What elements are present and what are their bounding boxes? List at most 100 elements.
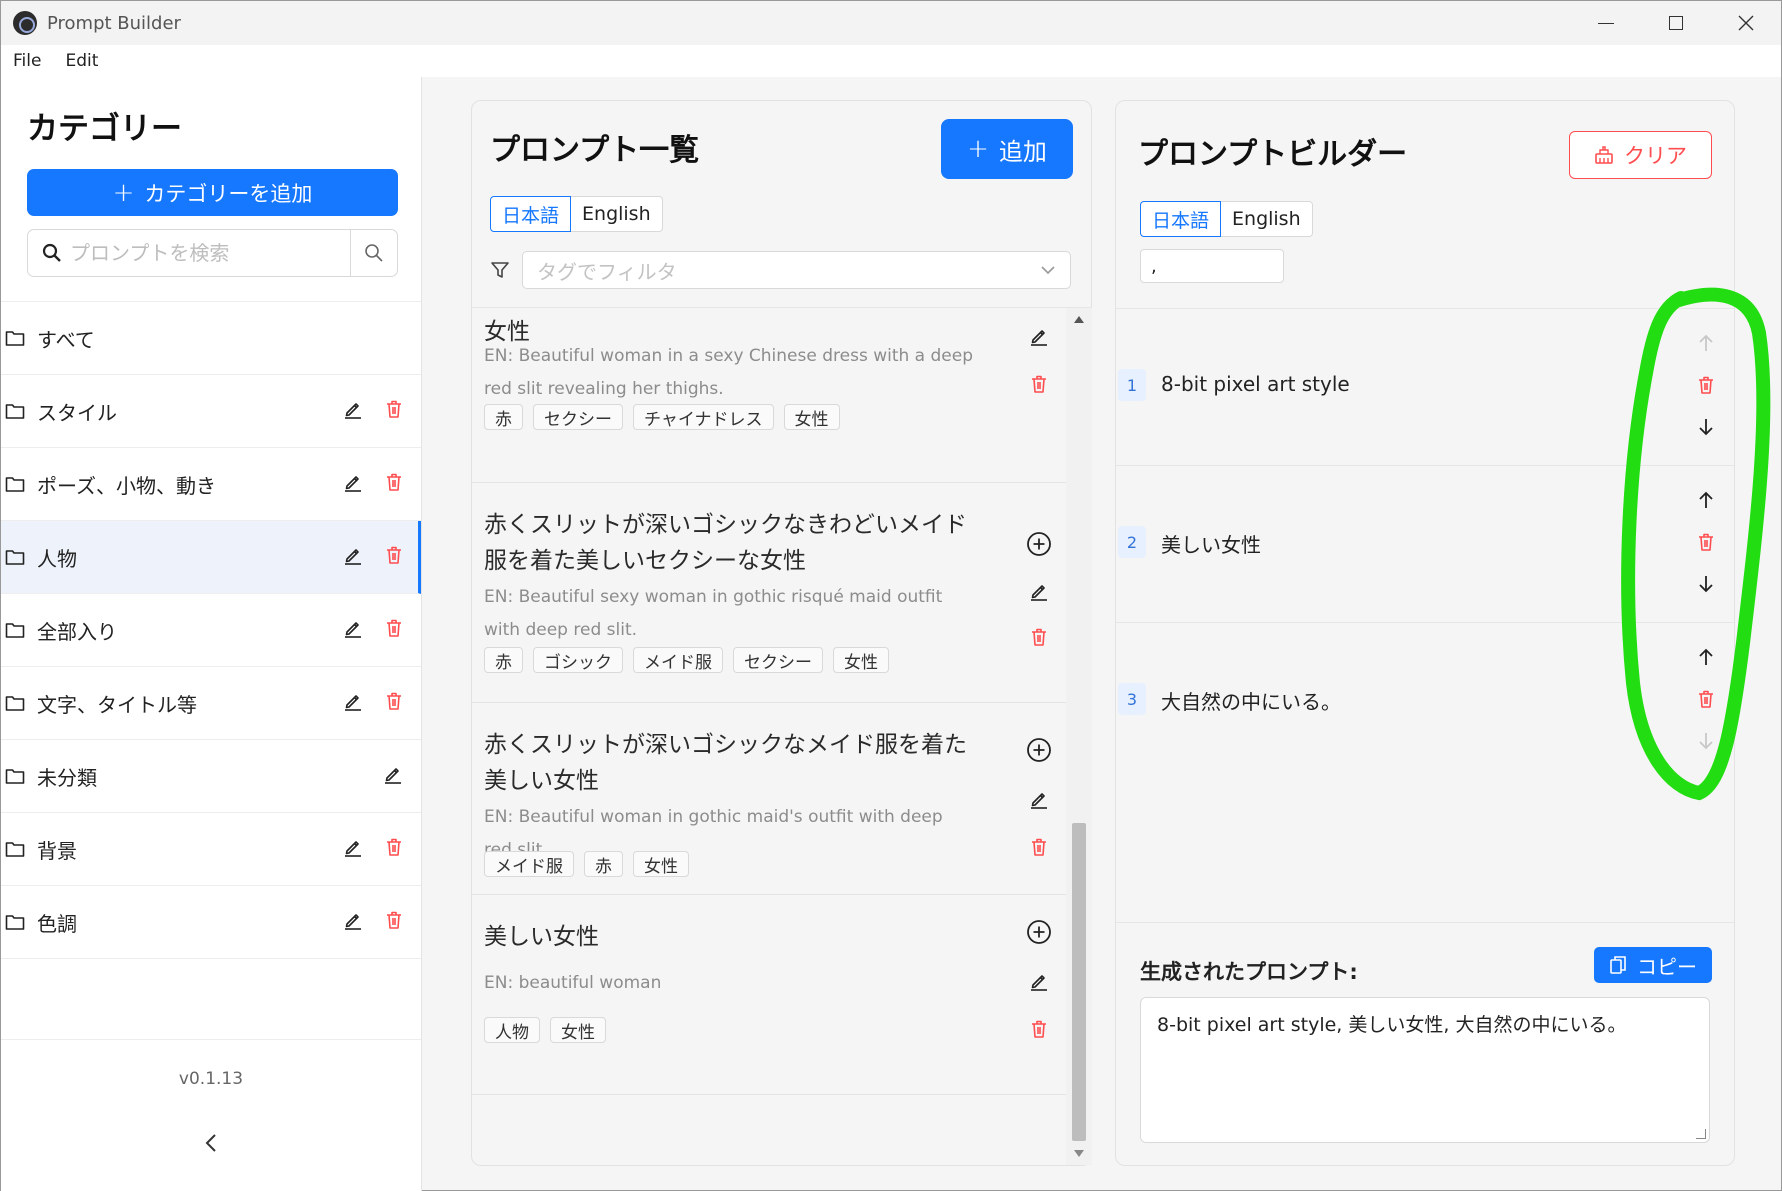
edit-icon[interactable] [343,618,363,642]
list-lang-en-button[interactable]: English [571,196,663,232]
sidebar-item-category[interactable]: 文字、タイトル等 [1,667,421,740]
edit-icon[interactable] [343,837,363,861]
trash-icon[interactable] [385,691,403,715]
add-to-builder-icon[interactable] [1026,531,1052,561]
maximize-icon [1669,16,1683,30]
category-actions [343,910,403,934]
trash-icon[interactable] [1030,374,1048,398]
edit-icon[interactable] [1029,971,1049,995]
clear-button[interactable]: クリア [1569,131,1712,179]
close-icon [1738,15,1754,31]
trash-icon[interactable] [385,545,403,569]
folder-icon [5,548,31,566]
tag-badge: チャイナドレス [633,404,774,430]
search-input[interactable] [70,241,320,265]
add-prompt-button[interactable]: + 追加 [941,119,1073,179]
builder-lang-ja-button[interactable]: 日本語 [1140,201,1222,237]
category-actions [343,837,403,861]
trash-icon[interactable] [385,910,403,934]
edit-icon[interactable] [1029,789,1049,813]
tag-filter-select[interactable]: タグでフィルタ [522,251,1071,289]
trash-icon[interactable] [1030,837,1048,861]
sidebar-item-category[interactable]: 人物 [1,521,421,594]
app-logo-icon [13,11,37,35]
move-up-button[interactable] [1694,333,1718,357]
trash-icon[interactable] [1030,627,1048,651]
builder-item-text: 大自然の中にいる。 [1161,690,1341,714]
category-actions [343,399,403,423]
menu-bar: File Edit [1,45,1781,77]
trash-icon[interactable] [385,618,403,642]
prompt-list-panel: プロンプト一覧 + 追加 日本語 English タグでフィルタ いるとセクシー… [471,100,1092,1166]
edit-icon[interactable] [343,691,363,715]
sidebar-item-category[interactable]: スタイル [1,375,421,448]
sidebar-item-category[interactable]: 未分類 [1,740,421,813]
folder-icon [5,329,31,347]
builder-item-index: 2 [1118,526,1146,558]
edit-icon[interactable] [343,545,363,569]
search-field [28,230,350,276]
edit-icon[interactable] [383,764,403,788]
move-down-button[interactable] [1694,574,1718,598]
sidebar-item-category[interactable]: すべて [1,302,421,375]
builder-lang-en-button[interactable]: English [1221,201,1313,237]
remove-item-button[interactable] [1694,532,1718,556]
edit-icon[interactable] [1029,581,1049,605]
sidebar-item-category[interactable]: 背景 [1,813,421,886]
move-down-button[interactable] [1694,731,1718,755]
category-label: すべて [37,327,95,352]
trash-icon[interactable] [385,837,403,861]
sidebar-item-category[interactable]: 全部入り [1,594,421,667]
edit-icon[interactable] [343,472,363,496]
maximize-button[interactable] [1641,1,1711,45]
move-up-button[interactable] [1694,647,1718,671]
prompt-list-scrollbar[interactable] [1066,308,1092,1165]
menu-edit[interactable]: Edit [53,51,110,71]
trash-icon[interactable] [1030,1019,1048,1043]
add-to-builder-icon[interactable] [1026,919,1052,949]
trash-icon[interactable] [385,399,403,423]
arrow-up-icon [1697,490,1715,514]
plus-icon: + [967,134,989,164]
list-lang-ja-button[interactable]: 日本語 [490,196,572,232]
tag-badge: 女性 [833,647,889,673]
edit-icon[interactable] [1029,326,1049,350]
search-button[interactable] [350,230,397,276]
category-label: 色調 [37,911,77,936]
scroll-up-arrow[interactable] [1074,316,1084,323]
tag-badge: メイド服 [633,647,723,673]
prompt-card-english: EN: Beautiful sexy woman in gothic risqu… [484,587,943,640]
copy-label: コピー [1637,954,1697,979]
separator-input[interactable] [1140,249,1284,283]
add-category-label: カテゴリーを追加 [144,181,313,206]
prompt-card: 赤くスリットが深いゴシックなメイド服を着た美しい女性 EN: Beautiful … [472,703,1066,895]
minimize-button[interactable] [1571,1,1641,45]
search-icon [365,244,383,262]
sidebar-item-category[interactable]: 色調 [1,886,421,959]
remove-item-button[interactable] [1694,689,1718,713]
collapse-sidebar-button[interactable] [1,1133,421,1157]
add-to-builder-icon[interactable] [1026,737,1052,767]
add-category-button[interactable]: + カテゴリーを追加 [27,169,398,216]
sidebar-item-category[interactable]: ポーズ、小物、動き [1,448,421,521]
textarea-resize-handle[interactable] [1696,1129,1706,1139]
menu-file[interactable]: File [1,51,53,71]
generated-prompt-label: 生成されたプロンプト: [1140,960,1358,984]
move-up-button[interactable] [1694,490,1718,514]
category-actions [343,545,403,569]
close-window-button[interactable] [1711,1,1781,45]
edit-icon[interactable] [343,910,363,934]
copy-button[interactable]: コピー [1594,947,1712,983]
scroll-thumb[interactable] [1072,823,1086,1141]
remove-item-button[interactable] [1694,375,1718,399]
folder-icon [5,475,31,493]
move-down-button[interactable] [1694,417,1718,441]
prompt-list-title: プロンプト一覧 [490,133,700,168]
generated-prompt-output[interactable]: 8-bit pixel art style, 美しい女性, 大自然の中にいる。 [1140,997,1710,1143]
arrow-up-icon [1697,647,1715,671]
edit-icon[interactable] [343,399,363,423]
tag-badge: セクシー [533,404,623,430]
trash-icon[interactable] [385,472,403,496]
category-actions [343,691,403,715]
scroll-down-arrow[interactable] [1074,1150,1084,1157]
